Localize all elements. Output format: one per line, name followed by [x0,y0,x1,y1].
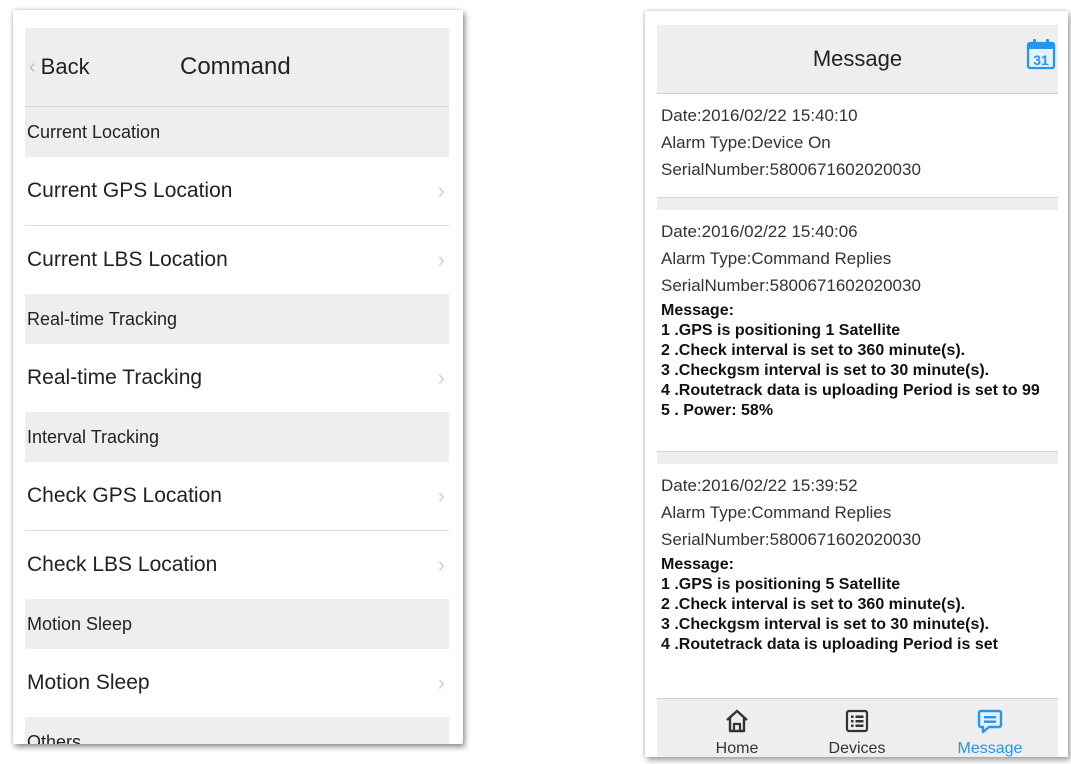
message-body-label: Message: [661,556,734,573]
tab-message[interactable]: Message [940,699,1040,757]
page-title: Command [180,53,291,80]
calendar-button[interactable]: 31 [1026,38,1056,70]
command-item-label: Real-time Tracking [27,366,203,389]
command-item-label: Current LBS Location [27,248,228,271]
tab-devices[interactable]: Devices [807,699,907,757]
message-serial: SerialNumber:5800671602020030 [661,276,921,295]
message-body-line: 4 .Routetrack data is uploading Period i… [661,382,1040,399]
message-body-label: Message: [661,302,734,319]
command-item[interactable]: Check LBS Location › [25,531,449,599]
message-body-line: 1 .GPS is positioning 5 Satellite [661,576,901,593]
message-card[interactable]: Date:2016/02/22 15:40:10 Alarm Type:Devic… [657,94,1058,197]
message-card[interactable]: Date:2016/02/22 15:40:06 Alarm Type:Comma… [657,210,1058,451]
message-alarm-type: Alarm Type:Device On [661,133,831,152]
section-header: Motion Sleep [25,599,449,649]
message-serial: SerialNumber:5800671602020030 [661,530,921,549]
section-header: Others [25,717,449,744]
chevron-right-icon: › [437,178,445,203]
command-item[interactable]: Current GPS Location › [25,157,449,226]
tab-label: Message [957,740,1023,757]
chevron-right-icon: › [437,552,445,577]
message-body-line: 2 .Check interval is set to 360 minute(s… [661,596,966,613]
section-header: Current Location [25,107,449,157]
tab-label: Devices [828,740,886,757]
message-body-line: 3 .Checkgsm interval is set to 30 minute… [661,362,990,379]
message-body-line: 1 .GPS is positioning 1 Satellite [661,322,901,339]
command-item[interactable]: Check GPS Location › [25,462,449,531]
message-date: Date:2016/02/22 15:40:10 [661,106,858,125]
section-header: Real-time Tracking [25,294,449,344]
back-button[interactable]: ‹ Back [29,28,90,106]
calendar-day-text: 31 [1033,52,1049,68]
command-screen-content: ‹ Back Command Current Location Current G… [25,28,449,744]
chevron-right-icon: › [437,247,445,272]
message-body: Message: 1 .GPS is positioning 1 Satellit… [661,301,1054,421]
message-date: Date:2016/02/22 15:40:06 [661,222,858,241]
message-body: Message: 1 .GPS is positioning 5 Satellit… [661,555,1054,655]
command-item-label: Check LBS Location [27,553,218,576]
chevron-right-icon: › [437,483,445,508]
tab-home[interactable]: Home [687,699,787,757]
message-nav-bar: Message 31 [657,25,1058,94]
message-list[interactable]: Date:2016/02/22 15:40:10 Alarm Type:Devic… [657,94,1058,698]
command-item-label: Check GPS Location [27,484,222,507]
message-serial: SerialNumber:5800671602020030 [661,160,921,179]
command-item[interactable]: Motion Sleep › [25,649,449,717]
home-icon [724,708,750,734]
chevron-right-icon: › [437,670,445,695]
calendar-icon: 31 [1026,39,1056,70]
back-label: Back [40,54,90,79]
tab-label: Home [715,740,759,757]
card-divider [657,451,1058,464]
message-body-line: 2 .Check interval is set to 360 minute(s… [661,342,966,359]
command-screen: ‹ Back Command Current Location Current G… [13,10,463,744]
command-list: Current Location Current GPS Location › Cur… [25,107,449,744]
message-screen: Message 31 Date:2016/02/22 15:40:10 Alarm… [645,11,1068,757]
command-item[interactable]: Current LBS Location › [25,226,449,294]
bottom-tab-bar: Home Devices Message [657,698,1058,757]
message-body-line: 3 .Checkgsm interval is set to 30 minute… [661,616,990,633]
card-divider [657,197,1058,210]
devices-list-icon [844,708,870,734]
message-alarm-type: Alarm Type:Command Replies [661,503,892,522]
message-alarm-type: Alarm Type:Command Replies [661,249,892,268]
chevron-right-icon: › [437,365,445,390]
message-icon [977,708,1003,734]
message-date: Date:2016/02/22 15:39:52 [661,476,858,495]
section-header: Interval Tracking [25,412,449,462]
message-card[interactable]: Date:2016/02/22 15:39:52 Alarm Type:Comma… [657,464,1058,665]
command-item-label: Current GPS Location [27,179,233,202]
page-title: Message [812,46,903,71]
message-body-line: 4 .Routetrack data is uploading Period i… [661,636,998,653]
command-nav-bar: ‹ Back Command [25,28,449,107]
command-item[interactable]: Real-time Tracking › [25,344,449,412]
command-item-label: Motion Sleep [27,671,150,694]
chevron-left-icon: ‹ [29,55,36,78]
message-body-line: 5 . Power: 58% [661,402,774,419]
